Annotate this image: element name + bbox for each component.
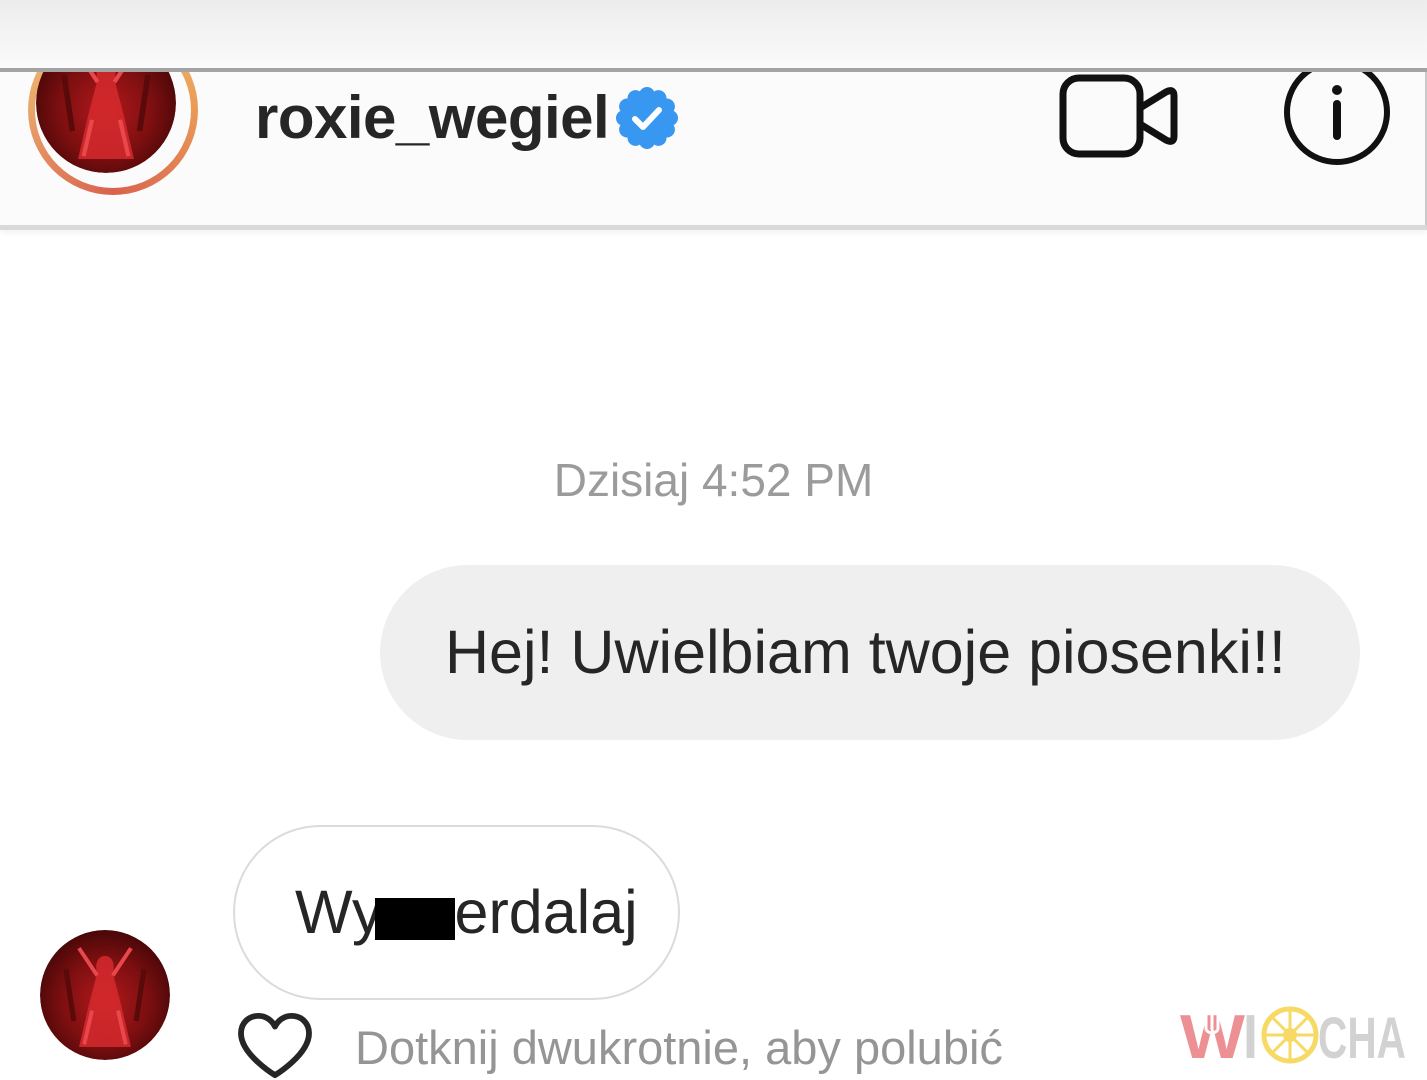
title-row: roxie_wegiel [255, 86, 679, 150]
watermark-letters-cha: CHA [1318, 1006, 1406, 1065]
watermark-logo: W I CHA [1180, 1003, 1406, 1065]
header-divider [0, 225, 1427, 230]
video-camera-icon[interactable] [1056, 72, 1181, 162]
incoming-message-text: Wy erdalaj [295, 882, 638, 943]
status-bar-area [0, 0, 1427, 68]
chat-header: roxie_wegiel [0, 72, 1427, 225]
heart-outline-icon[interactable] [235, 1012, 315, 1080]
info-icon[interactable] [1280, 72, 1395, 175]
avatar-picture [40, 930, 170, 1060]
header-avatar[interactable] [28, 72, 198, 195]
censor-bar [375, 898, 455, 940]
incoming-message-bubble[interactable]: Wy erdalaj [233, 825, 680, 1000]
username[interactable]: roxie_wegiel [255, 88, 610, 148]
message-timestamp: Dzisiaj 4:52 PM [553, 454, 874, 506]
incoming-text-start: Wy [295, 878, 383, 946]
outgoing-message-text: Hej! Uwielbiam twoje piosenki!! [445, 618, 1286, 686]
incoming-text-end: erdalaj [454, 878, 638, 946]
verified-badge-icon [616, 87, 679, 149]
outgoing-message-bubble[interactable]: Hej! Uwielbiam twoje piosenki!! [380, 565, 1360, 740]
sender-avatar[interactable] [40, 930, 170, 1060]
watermark-letter-i: I [1243, 1003, 1258, 1065]
wheel-icon [1261, 1006, 1319, 1064]
double-tap-like-hint: Dotknij dwukrotnie, aby polubić [355, 1021, 1003, 1074]
